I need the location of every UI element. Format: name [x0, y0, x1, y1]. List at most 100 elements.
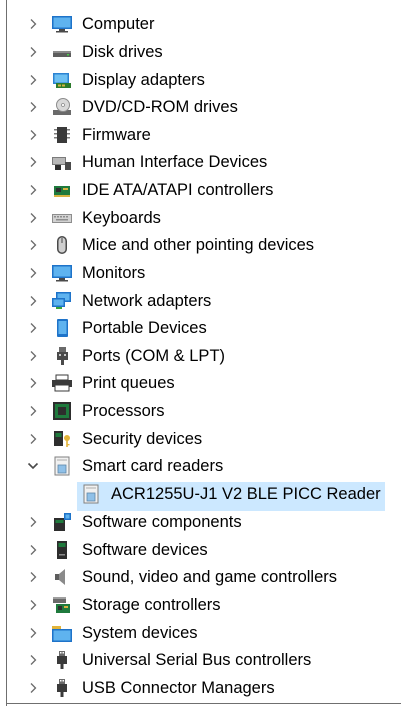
chevron-right-icon[interactable] — [24, 14, 42, 34]
tree-category-human-interface-devices[interactable]: Human Interface Devices — [0, 150, 401, 174]
monitor-icon — [51, 263, 73, 283]
tree-category-display-adapters[interactable]: Display adapters — [0, 68, 401, 92]
tree-category-computer[interactable]: Computer — [0, 12, 401, 36]
port-icon — [51, 346, 73, 366]
tree-category-storage-controllers[interactable]: Storage controllers — [0, 593, 401, 617]
hid-icon — [51, 152, 73, 172]
chevron-right-icon[interactable] — [24, 678, 42, 698]
printer-icon — [51, 373, 73, 393]
tree-category-mice-and-other-pointing-devices[interactable]: Mice and other pointing devices — [0, 233, 401, 257]
chevron-right-icon[interactable] — [24, 263, 42, 283]
tree-category-usb-connector-managers[interactable]: USB Connector Managers — [0, 676, 401, 700]
portable-device-icon — [51, 318, 73, 338]
tree-item-label: Network adapters — [82, 292, 212, 310]
storage-controller-icon — [51, 595, 73, 615]
chevron-right-icon[interactable] — [24, 650, 42, 670]
chevron-right-icon[interactable] — [24, 97, 42, 117]
disk-drive-icon — [51, 42, 73, 62]
tree-item-label: Processors — [82, 402, 165, 420]
tree-category-sound-video-and-game-controllers[interactable]: Sound, video and game controllers — [0, 565, 401, 589]
chevron-down-icon[interactable] — [24, 456, 42, 476]
usb-icon — [51, 678, 73, 698]
smart-card-reader-icon — [51, 456, 73, 476]
tree-category-ide-ata-atapi-controllers[interactable]: IDE ATA/ATAPI controllers — [0, 178, 401, 202]
tree-item-label: Sound, video and game controllers — [82, 568, 337, 586]
tree-item-label: Portable Devices — [82, 319, 207, 337]
network-adapter-icon — [51, 291, 73, 311]
chevron-right-icon[interactable] — [24, 429, 42, 449]
tree-item-label: IDE ATA/ATAPI controllers — [82, 181, 274, 199]
tree-category-processors[interactable]: Processors — [0, 399, 401, 423]
chevron-right-icon[interactable] — [24, 152, 42, 172]
chevron-right-icon[interactable] — [24, 595, 42, 615]
tree-item-label: Software components — [82, 513, 242, 531]
tree-item-label: Display adapters — [82, 71, 205, 89]
chevron-right-icon[interactable] — [24, 623, 42, 643]
system-devices-icon — [51, 623, 73, 643]
display-adapter-icon — [51, 70, 73, 90]
speaker-icon — [51, 567, 73, 587]
chevron-right-icon[interactable] — [24, 512, 42, 532]
chevron-right-icon[interactable] — [24, 208, 42, 228]
monitor-icon — [51, 14, 73, 34]
ide-controller-icon — [51, 180, 73, 200]
tree-item-label: Human Interface Devices — [82, 153, 268, 171]
tree-category-monitors[interactable]: Monitors — [0, 261, 401, 285]
tree-item-label: Software devices — [82, 541, 208, 559]
chevron-right-icon[interactable] — [24, 70, 42, 90]
chevron-right-icon[interactable] — [24, 346, 42, 366]
tree-category-security-devices[interactable]: Security devices — [0, 427, 401, 451]
processor-icon — [51, 401, 73, 421]
tree-item-label: USB Connector Managers — [82, 679, 275, 697]
tree-item-label: Computer — [82, 15, 155, 33]
tree-item-label: ACR1255U-J1 V2 BLE PICC Reader — [111, 485, 381, 503]
software-component-icon — [51, 512, 73, 532]
tree-category-ports-com-lpt[interactable]: Ports (COM & LPT) — [0, 344, 401, 368]
tree-item-label: Storage controllers — [82, 596, 221, 614]
tree-item-label: Security devices — [82, 430, 203, 448]
tree-category-keyboards[interactable]: Keyboards — [0, 206, 401, 230]
tree-child-acr1255u-j1-v2-ble-picc-reader[interactable]: ACR1255U-J1 V2 BLE PICC Reader — [0, 482, 401, 506]
usb-icon — [51, 650, 73, 670]
chevron-right-icon[interactable] — [24, 540, 42, 560]
tree-item-label: Monitors — [82, 264, 146, 282]
tree-item-label: Universal Serial Bus controllers — [82, 651, 312, 669]
chevron-right-icon[interactable] — [24, 180, 42, 200]
tree-category-disk-drives[interactable]: Disk drives — [0, 40, 401, 64]
software-device-icon — [51, 540, 73, 560]
chevron-right-icon[interactable] — [24, 291, 42, 311]
security-device-icon — [51, 429, 73, 449]
keyboard-icon — [51, 208, 73, 228]
tree-category-portable-devices[interactable]: Portable Devices — [0, 316, 401, 340]
tree-category-software-devices[interactable]: Software devices — [0, 538, 401, 562]
tree-category-network-adapters[interactable]: Network adapters — [0, 289, 401, 313]
smart-card-reader-icon — [80, 484, 102, 504]
tree-item-label: Disk drives — [82, 43, 163, 61]
tree-item-label: DVD/CD-ROM drives — [82, 98, 238, 116]
tree-category-dvd-cd-rom-drives[interactable]: DVD/CD-ROM drives — [0, 95, 401, 119]
firmware-chip-icon — [51, 125, 73, 145]
chevron-right-icon[interactable] — [24, 318, 42, 338]
tree-category-universal-serial-bus-controllers[interactable]: Universal Serial Bus controllers — [0, 648, 401, 672]
tree-category-print-queues[interactable]: Print queues — [0, 371, 401, 395]
tree-item-label: Smart card readers — [82, 457, 224, 475]
tree-item-label: Print queues — [82, 374, 175, 392]
tree-category-software-components[interactable]: Software components — [0, 510, 401, 534]
tree-category-smart-card-readers[interactable]: Smart card readers — [0, 454, 401, 478]
chevron-right-icon[interactable] — [24, 373, 42, 393]
tree-item-label: System devices — [82, 624, 198, 642]
chevron-right-icon[interactable] — [24, 401, 42, 421]
chevron-right-icon[interactable] — [24, 235, 42, 255]
tree-item-label: Ports (COM & LPT) — [82, 347, 226, 365]
chevron-right-icon[interactable] — [24, 567, 42, 587]
chevron-right-icon[interactable] — [24, 125, 42, 145]
tree-item-label: Firmware — [82, 126, 151, 144]
mouse-icon — [51, 235, 73, 255]
tree-item-label: Keyboards — [82, 209, 161, 227]
tree-category-system-devices[interactable]: System devices — [0, 621, 401, 645]
tree-category-firmware[interactable]: Firmware — [0, 123, 401, 147]
panel-bottom-border — [6, 703, 401, 704]
chevron-right-icon[interactable] — [24, 42, 42, 62]
device-manager-tree-panel: Computer Disk drives Display adapters DVD/C… — [0, 0, 401, 706]
tree-item-label: Mice and other pointing devices — [82, 236, 315, 254]
